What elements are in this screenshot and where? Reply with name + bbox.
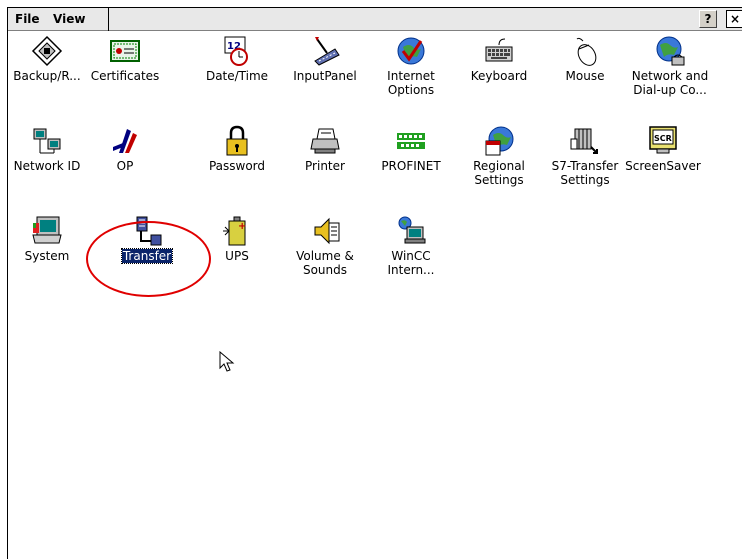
item-op[interactable]: OP bbox=[84, 125, 166, 173]
highlight-circle bbox=[86, 221, 211, 297]
ups-icon: + bbox=[223, 216, 246, 246]
item-wincc-internet[interactable]: WinCC Intern... bbox=[370, 215, 452, 277]
item-backup[interactable]: Backup/R... bbox=[6, 35, 88, 83]
network-id-icon bbox=[33, 128, 61, 154]
s7-transfer-icon bbox=[570, 128, 598, 154]
item-label: Certificates bbox=[90, 69, 160, 83]
item-mouse[interactable]: Mouse bbox=[544, 35, 626, 83]
item-keyboard[interactable]: Keyboard bbox=[458, 35, 540, 83]
volume-sounds-icon bbox=[314, 217, 340, 245]
control-panel-window: File View ? × Backup/R... Certificates 1… bbox=[7, 7, 742, 559]
input-panel-icon bbox=[314, 37, 340, 66]
item-label: Mouse bbox=[565, 69, 605, 83]
mouse-icon bbox=[576, 37, 597, 66]
menu-group: File View bbox=[8, 8, 109, 31]
internet-options-icon bbox=[397, 37, 425, 65]
item-screensaver[interactable]: SCR ScreenSaver bbox=[622, 125, 704, 173]
item-password[interactable]: Password bbox=[196, 125, 278, 173]
item-label: Date/Time bbox=[205, 69, 269, 83]
item-network-dialup[interactable]: Network and Dial-up Co... bbox=[620, 35, 720, 97]
item-label: WinCC Intern... bbox=[387, 249, 435, 277]
regional-settings-icon bbox=[485, 126, 514, 156]
item-date-time[interactable]: 12 Date/Time bbox=[196, 35, 278, 83]
item-printer[interactable]: Printer bbox=[284, 125, 366, 173]
menu-bar: File View ? × bbox=[8, 8, 742, 31]
keyboard-icon bbox=[485, 38, 513, 62]
network-dialup-icon bbox=[656, 36, 685, 66]
svg-text:+: + bbox=[238, 221, 246, 232]
item-label: InputPanel bbox=[293, 69, 357, 83]
item-input-panel[interactable]: InputPanel bbox=[284, 35, 366, 83]
item-label: Keyboard bbox=[470, 69, 528, 83]
mouse-pointer-icon bbox=[219, 351, 235, 372]
item-profinet[interactable]: PROFINET bbox=[370, 125, 452, 173]
certificates-icon bbox=[110, 40, 140, 62]
item-label: ScreenSaver bbox=[625, 159, 701, 173]
item-label: Password bbox=[208, 159, 266, 173]
item-label: Volume & Sounds bbox=[296, 249, 354, 277]
icon-grid: Backup/R... Certificates 12 Date/Time In… bbox=[8, 31, 742, 559]
menu-view[interactable]: View bbox=[53, 12, 85, 26]
item-network-id[interactable]: Network ID bbox=[6, 125, 88, 173]
wincc-internet-icon bbox=[398, 216, 426, 244]
op-icon bbox=[113, 129, 137, 153]
printer-icon bbox=[310, 128, 340, 154]
password-icon bbox=[226, 125, 248, 156]
menu-file[interactable]: File bbox=[15, 12, 40, 26]
item-volume-sounds[interactable]: Volume & Sounds bbox=[284, 215, 366, 277]
profinet-icon bbox=[397, 133, 425, 149]
svg-text:SCR: SCR bbox=[654, 134, 672, 143]
item-label: S7-Transfer Settings bbox=[551, 159, 619, 187]
screensaver-icon: SCR bbox=[649, 126, 677, 154]
item-label: Network and Dial-up Co... bbox=[631, 69, 709, 97]
item-label: OP bbox=[116, 159, 134, 173]
item-internet-options[interactable]: Internet Options bbox=[370, 35, 452, 97]
item-system[interactable]: System bbox=[6, 215, 88, 263]
help-button[interactable]: ? bbox=[699, 10, 717, 28]
item-regional-settings[interactable]: Regional Settings bbox=[458, 125, 540, 187]
item-label: Network ID bbox=[13, 159, 81, 173]
item-label: Backup/R... bbox=[13, 69, 81, 83]
item-label: Printer bbox=[305, 159, 345, 173]
item-label: PROFINET bbox=[381, 159, 441, 173]
item-label: System bbox=[24, 249, 70, 263]
date-time-icon: 12 bbox=[224, 36, 248, 66]
backup-icon bbox=[31, 35, 63, 67]
item-certificates[interactable]: Certificates bbox=[84, 35, 166, 83]
system-icon bbox=[32, 216, 62, 244]
item-s7-transfer-settings[interactable]: S7-Transfer Settings bbox=[544, 125, 626, 187]
close-button[interactable]: × bbox=[726, 10, 742, 28]
item-label: UPS bbox=[225, 249, 249, 263]
item-label: Internet Options bbox=[387, 69, 435, 97]
item-label: Regional Settings bbox=[473, 159, 525, 187]
